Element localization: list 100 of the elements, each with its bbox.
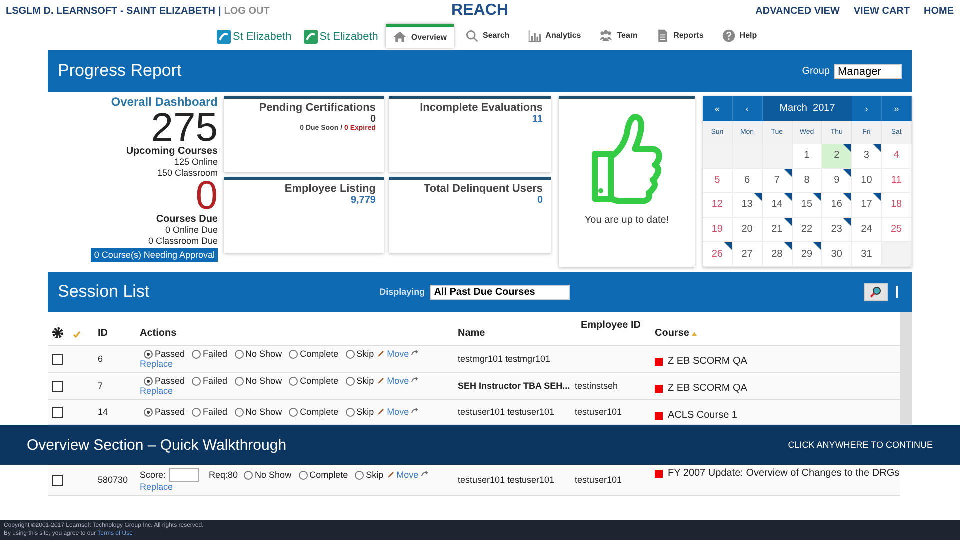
online-count: 125 Online <box>174 157 218 168</box>
nav-tab[interactable]: Reports <box>648 24 711 48</box>
radio-button[interactable] <box>192 350 202 358</box>
calendar-day[interactable]: 23 <box>822 218 852 242</box>
calendar-day[interactable]: 18 <box>882 193 912 218</box>
checkbox[interactable] <box>52 354 63 364</box>
nav-tab[interactable]: Search <box>458 24 517 48</box>
help-icon <box>722 28 736 42</box>
calendar-day[interactable]: 15 <box>792 193 822 218</box>
calendar-day[interactable]: 17 <box>852 193 882 218</box>
calendar-day[interactable]: 29 <box>792 242 822 267</box>
check-icon <box>73 331 81 339</box>
due-label: Courses Due <box>156 214 218 226</box>
card-value[interactable]: 11 <box>397 114 543 125</box>
move-link[interactable]: Move <box>396 470 419 480</box>
displaying-field[interactable]: All Past Due Courses <box>430 284 570 300</box>
radio-button[interactable] <box>355 470 364 480</box>
previous-year-button[interactable]: « <box>703 96 733 121</box>
app-title: REACH <box>452 2 508 20</box>
calendar-day[interactable]: 9 <box>822 168 852 194</box>
header-link[interactable]: HOME <box>924 6 954 16</box>
search-button[interactable] <box>864 283 888 301</box>
calendar-day[interactable]: 4 <box>882 144 912 169</box>
next-month-button[interactable]: › <box>852 96 882 121</box>
nav-tab[interactable]: Overview <box>386 24 454 48</box>
calendar-day[interactable]: 22 <box>792 218 822 242</box>
card-value[interactable]: 0 <box>397 195 543 206</box>
calendar-day[interactable]: 24 <box>852 218 882 242</box>
checkbox[interactable] <box>52 406 63 418</box>
replace-link[interactable]: Replace <box>140 482 174 492</box>
next-year-button[interactable]: » <box>882 96 912 121</box>
radio-button[interactable] <box>144 408 153 416</box>
radio-button[interactable] <box>244 470 254 480</box>
group-field[interactable]: Manager <box>834 64 902 78</box>
calendar-day[interactable]: 14 <box>762 193 793 218</box>
course-cell: FY 2007 Update: Overview of Changes to the DRGs <box>668 468 900 479</box>
calendar-day[interactable]: 16 <box>822 193 852 218</box>
radio-button[interactable] <box>192 408 202 416</box>
nav-tab[interactable]: Team <box>592 24 645 48</box>
logo[interactable]: St Elizabeth <box>300 30 382 48</box>
checkbox[interactable] <box>52 380 63 392</box>
calendar-day[interactable]: 3 <box>852 144 882 169</box>
calendar-day[interactable]: 11 <box>882 168 912 194</box>
calendar-day[interactable]: 31 <box>852 242 882 267</box>
replace-link[interactable]: Replace <box>140 359 174 369</box>
nav-tab[interactable]: Help <box>714 24 764 48</box>
checkbox[interactable] <box>52 474 63 486</box>
header-link[interactable]: VIEW CART <box>854 6 910 16</box>
radio-button[interactable] <box>144 350 153 358</box>
move-link[interactable]: Move <box>387 407 410 417</box>
calendar-day[interactable]: 20 <box>732 218 763 242</box>
calendar-day[interactable]: 6 <box>732 168 763 194</box>
nav-tab[interactable]: Analytics <box>520 24 588 48</box>
calendar-day[interactable]: 8 <box>792 168 822 194</box>
radio-button[interactable] <box>346 408 355 416</box>
calendar-day[interactable]: 21 <box>762 218 793 242</box>
header-link[interactable]: ADVANCED VIEW <box>756 6 840 16</box>
radio-button[interactable] <box>289 376 298 386</box>
radio-button[interactable] <box>346 376 355 386</box>
calendar-day[interactable]: 7 <box>762 168 793 194</box>
radio-button[interactable] <box>298 470 308 480</box>
radio-button[interactable] <box>192 376 202 386</box>
radio-button[interactable] <box>346 350 355 358</box>
radio-button[interactable] <box>234 350 244 358</box>
logo[interactable]: St Elizabeth <box>213 30 296 48</box>
logout-link[interactable]: LOG OUT <box>224 6 270 16</box>
walkthrough-banner[interactable]: Overview Section – Quick Walkthrough CLICK ANYWHERE TO CONTINUE <box>0 425 960 465</box>
month-title[interactable]: March 2017 <box>762 96 852 121</box>
radio-label: Complete <box>300 376 339 386</box>
calendar-day[interactable]: 19 <box>703 218 733 242</box>
calendar-day[interactable]: 2 <box>822 144 852 169</box>
employee-id-cell: testuser101 <box>575 400 655 425</box>
replace-link[interactable]: Replace <box>140 386 174 396</box>
score-field[interactable] <box>169 468 200 482</box>
calendar-day[interactable]: 1 <box>792 144 822 169</box>
radio-button[interactable] <box>144 376 153 386</box>
status-message: You are up to date! <box>584 215 670 226</box>
move-link[interactable]: Move <box>387 349 410 359</box>
calendar-day[interactable]: 13 <box>732 193 763 218</box>
calendar-day[interactable]: 28 <box>762 242 793 267</box>
previous-month-button[interactable]: ‹ <box>732 96 763 121</box>
calendar-day[interactable]: 10 <box>852 168 882 194</box>
radio-label: Complete <box>300 407 339 417</box>
scrollbar[interactable] <box>900 312 912 425</box>
radio-button[interactable] <box>234 408 244 416</box>
calendar-day[interactable]: 12 <box>703 193 733 218</box>
radio-button[interactable] <box>234 376 244 386</box>
status-square-icon <box>655 470 663 478</box>
sort-arrow-icon <box>692 332 698 336</box>
card-value[interactable]: 9,779 <box>232 195 376 206</box>
radio-button[interactable] <box>289 350 298 358</box>
move-link[interactable]: Move <box>387 376 410 386</box>
calendar-day[interactable]: 26 <box>703 242 733 267</box>
calendar-day[interactable]: 5 <box>703 168 733 194</box>
settings-icon[interactable] <box>52 327 64 339</box>
approval-button[interactable]: 0 Course(s) Needing Approval <box>91 248 218 262</box>
calendar-day[interactable]: 25 <box>882 218 912 242</box>
calendar-day[interactable]: 27 <box>732 242 763 267</box>
radio-button[interactable] <box>289 408 298 416</box>
calendar-day[interactable]: 30 <box>822 242 852 267</box>
